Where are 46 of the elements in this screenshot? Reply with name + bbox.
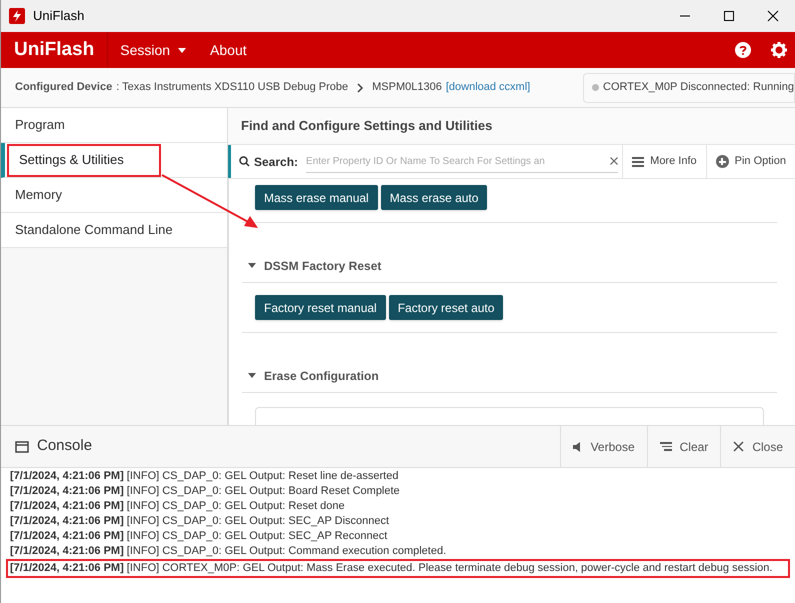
- sidebar-item[interactable]: Settings & Utilities: [1, 143, 227, 178]
- device-label: Configured Device: [15, 80, 112, 96]
- help-icon[interactable]: [735, 42, 751, 58]
- panel-title: Find and Configure Settings and Utilities: [228, 108, 795, 144]
- console-button[interactable]: Close: [720, 426, 795, 467]
- download-link[interactable]: [download ccxml]: [446, 79, 530, 96]
- clear-icon[interactable]: [610, 157, 618, 165]
- console-line: [7/1/2024, 4:21:06 PM] [INFO] CS_DAP_0: GEL Output: Reset line de-asserted: [9, 469, 400, 484]
- search-label: Search:: [254, 154, 298, 170]
- list-icon: [632, 156, 644, 166]
- section-title: DSSM Factory Reset: [264, 258, 382, 274]
- section-title: Erase Configuration: [264, 368, 379, 384]
- console-line: [7/1/2024, 4:21:06 PM] [INFO] CS_DAP_0: GEL Output: SEC_AP Reconnect: [9, 529, 388, 544]
- window-icon: [15, 440, 29, 452]
- caret-icon[interactable]: [248, 373, 256, 378]
- close-icon: [733, 441, 744, 452]
- menu-item[interactable]: About: [198, 32, 259, 68]
- console-button[interactable]: Clear: [646, 426, 720, 467]
- app-logo-icon: [9, 8, 25, 24]
- action-button[interactable]: Mass erase manual: [255, 185, 378, 210]
- console-line: [7/1/2024, 4:21:06 PM] [INFO] CS_DAP_0: GEL Output: SEC_AP Disconnect: [9, 514, 390, 529]
- console-line: [7/1/2024, 4:21:06 PM] [INFO] CS_DAP_0: GEL Output: Command execution completed.: [9, 544, 448, 559]
- clear-lines-icon: [660, 442, 672, 451]
- window-title: UniFlash: [33, 7, 84, 26]
- sidebar-item[interactable]: Program: [1, 108, 227, 143]
- sidebar-item[interactable]: Standalone Command Line: [1, 213, 227, 248]
- console-title: Console: [37, 436, 92, 456]
- speaker-icon: [572, 442, 583, 452]
- menu-item[interactable]: Session: [108, 32, 198, 68]
- connection-status: CORTEX_M0P Disconnected: Running: [603, 80, 794, 96]
- action-button[interactable]: Mass erase auto: [380, 185, 488, 210]
- device-name: MSPM0L1306: [372, 80, 442, 96]
- action-button[interactable]: Factory reset manual: [255, 295, 386, 320]
- caret-icon[interactable]: [248, 263, 256, 268]
- search-icon: [239, 156, 250, 167]
- console-line: [7/1/2024, 4:21:06 PM] [INFO] CS_DAP_0: GEL Output: Reset done: [9, 499, 346, 514]
- sidebar-item[interactable]: Memory: [1, 178, 227, 213]
- toolbar-button[interactable]: Pin Option: [706, 145, 795, 178]
- console-button[interactable]: Verbose: [560, 426, 647, 467]
- search-field[interactable]: Enter Property ID Or Name To Search For Settings an: [306, 150, 618, 172]
- console-line: [7/1/2024, 4:21:06 PM] [INFO] CS_DAP_0: GEL Output: Board Reset Complete: [9, 484, 401, 499]
- action-button[interactable]: Factory reset auto: [388, 295, 504, 320]
- probe-name: : Texas Instruments XDS110 USB Debug Probe: [116, 80, 348, 96]
- chevron-right-icon: [356, 82, 364, 92]
- settings-icon[interactable]: [771, 42, 787, 58]
- toolbar-button[interactable]: More Info: [622, 145, 706, 178]
